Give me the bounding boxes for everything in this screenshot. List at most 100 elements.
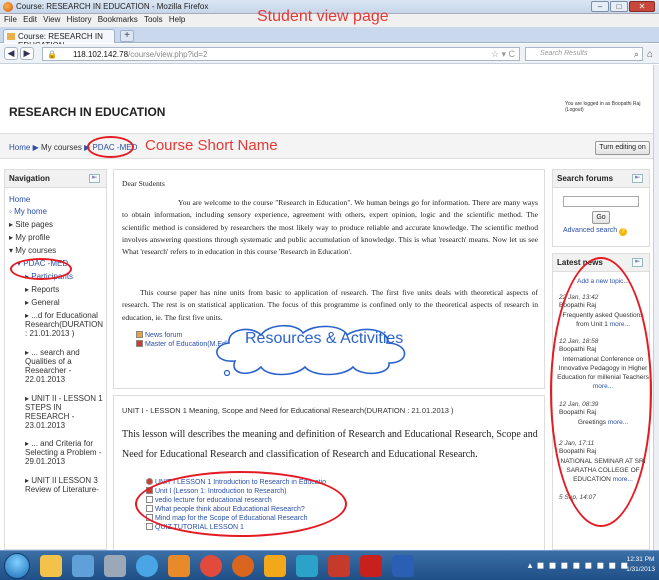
url-bar[interactable]: 🔒 118.102.142.78/course/view.php?id=2 ☆ … — [42, 47, 520, 61]
home-icon[interactable]: ⌂ — [647, 49, 653, 60]
turn-editing-on-button[interactable]: Turn editing on — [595, 141, 650, 155]
help-icon[interactable]: ? — [619, 228, 628, 236]
search-bar[interactable]: Search Results ⌕ — [525, 47, 643, 61]
tab-bar: Course: RESEARCH IN EDUCATION + — [0, 27, 659, 50]
news-forum-label: News forum — [145, 332, 183, 339]
nav-my-profile[interactable]: ▸ My profile — [9, 233, 50, 242]
pdf-icon — [146, 478, 153, 485]
navigation-title: Navigation — [9, 174, 50, 183]
clock-time: 12:31 PM — [626, 556, 655, 563]
right-column: Search forums ⇤ Go Advanced search ? Lat… — [550, 169, 652, 550]
media-icon[interactable] — [104, 555, 126, 577]
nav-section-1-label: ...d for Educational Research(DURATION :… — [25, 311, 104, 338]
firefox-running-icon[interactable] — [232, 555, 254, 577]
section-unit-1: UNIT I - LESSON 1 Meaning, Scope and Nee… — [113, 395, 545, 555]
nav-my-courses-label: My courses — [15, 246, 57, 255]
resources-callout-cloud — [216, 324, 406, 376]
nav-my-profile-label: My profile — [15, 233, 50, 242]
nav-section-1[interactable]: ▸ ...d for Educational Research(DURATION… — [25, 311, 105, 338]
nav-reports-label: Reports — [31, 285, 60, 294]
nav-general[interactable]: ▸ General — [25, 298, 60, 307]
powerpoint-icon[interactable] — [328, 555, 350, 577]
dock-icon[interactable]: ⇤ — [89, 174, 100, 183]
nav-my-home[interactable]: ◦ My home — [9, 207, 47, 216]
nav-section-2-label: ... search and Qualities of a Researcher… — [25, 348, 80, 384]
nav-section-3[interactable]: ▸ UNIT II - LESSON 1 STEPS IN RESEARCH -… — [25, 394, 105, 430]
acrobat-icon[interactable] — [360, 555, 382, 577]
chrome-icon[interactable] — [200, 555, 222, 577]
breadcrumb-my-courses[interactable]: My courses — [41, 143, 82, 152]
quiz-icon — [146, 523, 153, 530]
breadcrumb-home[interactable]: Home — [9, 143, 30, 152]
word-icon[interactable] — [392, 555, 414, 577]
nav-home[interactable]: Home — [9, 195, 30, 204]
menu-file[interactable]: File — [4, 15, 17, 24]
nav-my-courses[interactable]: ▾ My courses — [9, 246, 56, 255]
explorer-icon[interactable] — [40, 555, 62, 577]
site-identity-icon: 🔒 — [47, 50, 57, 59]
url-host: 118.102.142.78 — [73, 50, 129, 59]
window-controls: – □ ✕ — [591, 1, 655, 12]
system-tray-icon[interactable]: ▴ ◼ ◼ ◼ ◼ ◼ ◼ ◼ ◼ — [528, 560, 629, 571]
new-tab-button[interactable]: + — [120, 30, 134, 42]
highlight-oval — [87, 136, 134, 158]
unit-heading: UNIT I - LESSON 1 Meaning, Scope and Nee… — [122, 406, 454, 415]
lesson-description: This lesson will describes the meaning a… — [122, 429, 538, 460]
bookmark-star-icon[interactable]: ☆ ▾ C — [491, 49, 515, 60]
advanced-search-link[interactable]: Advanced search ? — [563, 227, 628, 236]
ie-icon[interactable] — [136, 555, 158, 577]
firefox-icon — [3, 2, 13, 12]
forum-icon — [136, 331, 143, 338]
nav-section-5-label: UNIT II LESSON 3 Review of Literature- — [25, 476, 99, 494]
close-button[interactable]: ✕ — [629, 1, 655, 12]
advanced-search-label: Advanced search — [563, 227, 618, 234]
go-button[interactable]: Go — [592, 211, 610, 224]
vertical-scrollbar[interactable] — [653, 65, 659, 550]
nav-reports[interactable]: ▸ Reports — [25, 285, 59, 294]
menu-history[interactable]: History — [67, 15, 92, 24]
news-forum-link[interactable]: News forum — [136, 331, 182, 340]
nav-general-label: General — [31, 298, 60, 307]
windows-taskbar: ▴ ◼ ◼ ◼ ◼ ◼ ◼ ◼ ◼ 12:31 PM 1/31/2013 — [0, 550, 659, 580]
firefox-taskbar-icon[interactable] — [168, 555, 190, 577]
clock[interactable]: 12:31 PM 1/31/2013 — [626, 555, 655, 575]
forward-icon[interactable]: ▶ — [20, 47, 34, 60]
tab-course[interactable]: Course: RESEARCH IN EDUCATION — [3, 29, 115, 50]
logged-in-info[interactable]: You are logged in as Boopathi Raj (Logou… — [565, 101, 659, 113]
outlook-icon[interactable] — [72, 555, 94, 577]
nav-section-2[interactable]: ▸ ... search and Qualities of a Research… — [25, 348, 105, 384]
forum-search-input[interactable] — [563, 196, 639, 207]
app-icon[interactable] — [264, 555, 286, 577]
maximize-button[interactable]: □ — [610, 1, 628, 12]
nav-section-3-label: UNIT II - LESSON 1 STEPS IN RESEARCH - 2… — [25, 394, 103, 430]
nav-my-home-label: My home — [14, 207, 47, 216]
menu-edit[interactable]: Edit — [23, 15, 37, 24]
nav-section-5[interactable]: ▸ UNIT II LESSON 3 Review of Literature- — [25, 476, 105, 494]
menu-view[interactable]: View — [43, 15, 60, 24]
nav-site-pages[interactable]: ▸ Site pages — [9, 220, 53, 229]
page-title: RESEARCH IN EDUCATION — [9, 105, 166, 119]
dock-icon[interactable]: ⇤ — [632, 258, 643, 267]
course-short-name-annotation: Course Short Name — [145, 137, 278, 154]
nav-site-pages-label: Site pages — [15, 220, 54, 229]
menu-bookmarks[interactable]: Bookmarks — [98, 15, 138, 24]
search-forums-block: Search forums ⇤ Go Advanced search ? — [552, 169, 650, 247]
menu-tools[interactable]: Tools — [144, 15, 163, 24]
menu-help[interactable]: Help — [169, 15, 185, 24]
start-button[interactable] — [4, 553, 30, 579]
navigation-block: Navigation ⇤ Home ◦ My home ▸ Site pages… — [4, 169, 107, 550]
dock-icon[interactable]: ⇤ — [632, 174, 643, 183]
minimize-button[interactable]: – — [591, 1, 609, 12]
search-icon[interactable]: ⌕ — [634, 49, 639, 60]
navigation-header: Navigation ⇤ — [5, 170, 106, 188]
search-forums-title: Search forums — [557, 174, 614, 183]
nav-section-4-label: ... and Criteria for Selecting a Problem… — [25, 439, 102, 466]
clock-date: 1/31/2013 — [626, 566, 655, 573]
nav-section-4[interactable]: ▸ ... and Criteria for Selecting a Probl… — [25, 439, 105, 466]
highlight-oval — [10, 258, 72, 280]
pdf-icon — [136, 340, 143, 347]
search-forums-header: Search forums ⇤ — [553, 170, 649, 188]
window-title: Course: RESEARCH IN EDUCATION - Mozilla … — [16, 2, 209, 11]
skype-icon[interactable] — [296, 555, 318, 577]
back-icon[interactable]: ◀ — [4, 47, 18, 60]
